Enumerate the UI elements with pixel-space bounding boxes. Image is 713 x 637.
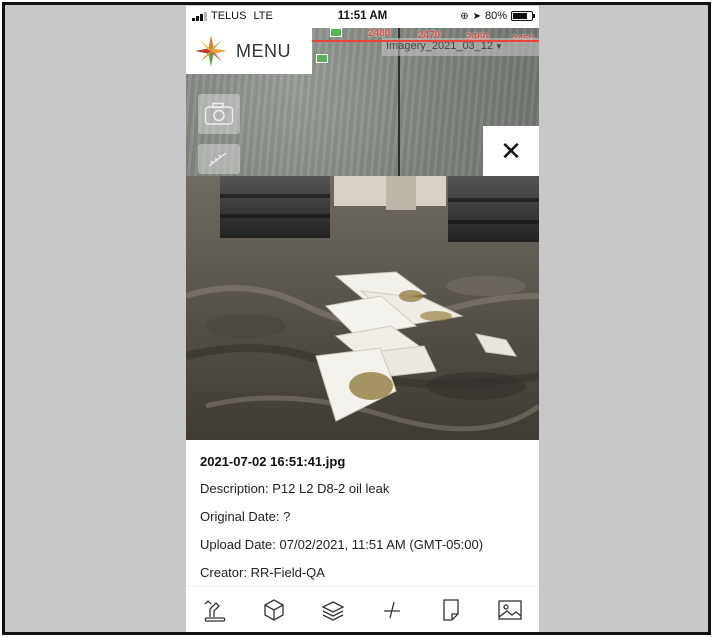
bottom-toolbar <box>186 586 539 632</box>
close-photo-button[interactable]: ✕ <box>483 126 539 176</box>
camera-button[interactable] <box>198 94 240 134</box>
phone-screen: TELUS LTE 11:51 AM ⊕ ➤ 80% 2480 2470 246… <box>186 6 539 632</box>
menu-label: MENU <box>236 40 291 61</box>
equipment-button[interactable] <box>195 592 235 628</box>
measure-button[interactable] <box>372 592 412 628</box>
document-icon <box>443 598 459 621</box>
ruler-button[interactable] <box>198 144 240 174</box>
documents-button[interactable] <box>431 592 471 628</box>
image-icon <box>497 599 522 620</box>
photo-image <box>186 176 539 440</box>
excavator-icon <box>204 599 226 622</box>
images-button[interactable] <box>490 592 530 628</box>
photo-filename: 2021-07-02 16:51:41.jpg <box>200 454 346 469</box>
camera-icon <box>204 102 234 125</box>
rotation-lock-icon: ⊕ <box>460 10 469 22</box>
map-marker[interactable] <box>316 54 328 63</box>
photo-details: 2021-07-02 16:51:41.jpg Description: P12… <box>186 440 539 586</box>
location-icon: ➤ <box>472 10 481 22</box>
objects-button[interactable] <box>254 592 294 628</box>
status-bar: TELUS LTE 11:51 AM ⊕ ➤ 80% <box>186 6 539 28</box>
battery-icon <box>511 11 535 21</box>
photo-description: Description: P12 L2 D8-2 oil leak <box>200 481 390 496</box>
imagery-layer-select[interactable]: Imagery_2021_03_12 ▼ <box>382 38 539 56</box>
chevron-down-icon: ▼ <box>495 42 503 51</box>
layers-icon <box>321 600 345 621</box>
contour-label: 2470 <box>418 30 441 41</box>
photo-original-date: Original Date: ? <box>200 509 291 524</box>
measure-icon <box>383 601 400 618</box>
layer-select-value: Imagery_2021_03_12 <box>386 40 494 52</box>
layers-button[interactable] <box>313 592 353 628</box>
map-marker[interactable] <box>330 28 342 37</box>
logo-icon <box>195 35 227 67</box>
box-icon <box>264 598 284 621</box>
ruler-icon <box>208 152 227 167</box>
photo-creator: Creator: RR-Field-QA <box>200 565 325 580</box>
close-icon: ✕ <box>500 135 522 166</box>
photo-upload-date: Upload Date: 07/02/2021, 11:51 AM (GMT-0… <box>200 537 484 552</box>
photo-preview[interactable] <box>186 176 539 440</box>
menu-button[interactable]: MENU <box>186 28 312 74</box>
battery-percent: 80% <box>484 10 507 22</box>
